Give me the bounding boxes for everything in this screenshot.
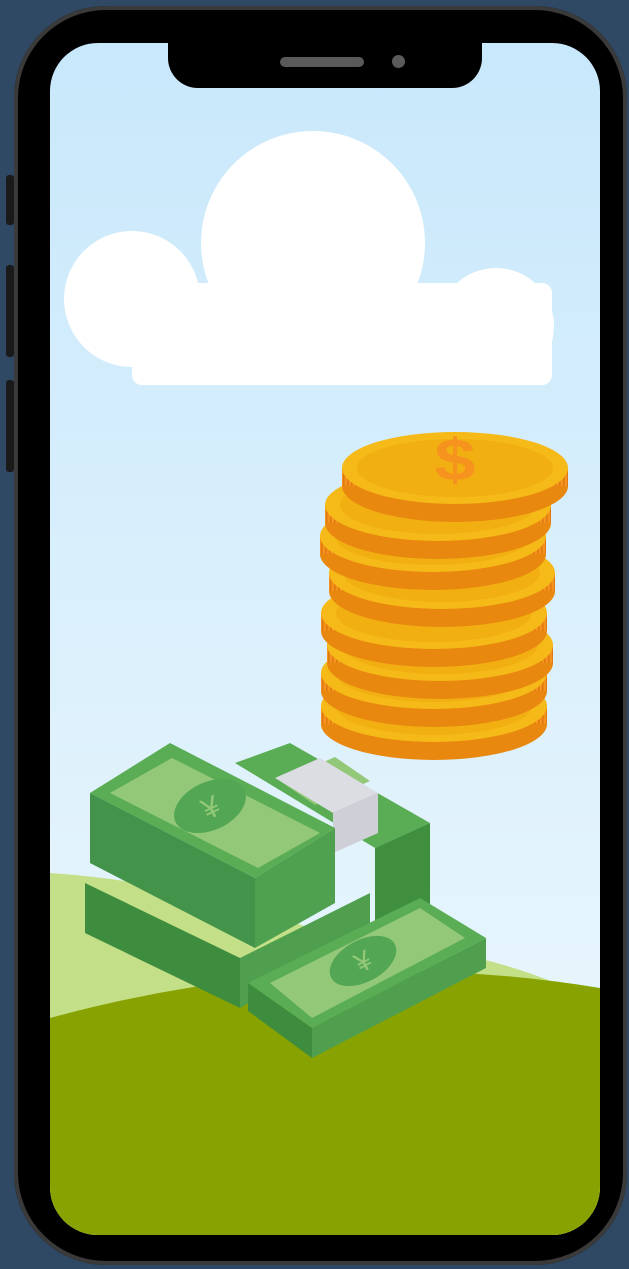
front-camera-icon bbox=[392, 55, 405, 68]
volume-down-button bbox=[6, 380, 14, 472]
silent-switch bbox=[6, 175, 14, 225]
coin-stack: $ bbox=[320, 427, 568, 760]
scene-illustration: $ ¥ ¥ bbox=[50, 43, 600, 1235]
dollar-icon: $ bbox=[434, 427, 475, 493]
volume-up-button bbox=[6, 265, 14, 357]
speaker-grille bbox=[280, 57, 364, 67]
phone-screen: $ ¥ ¥ bbox=[50, 43, 600, 1235]
notch bbox=[168, 40, 482, 88]
